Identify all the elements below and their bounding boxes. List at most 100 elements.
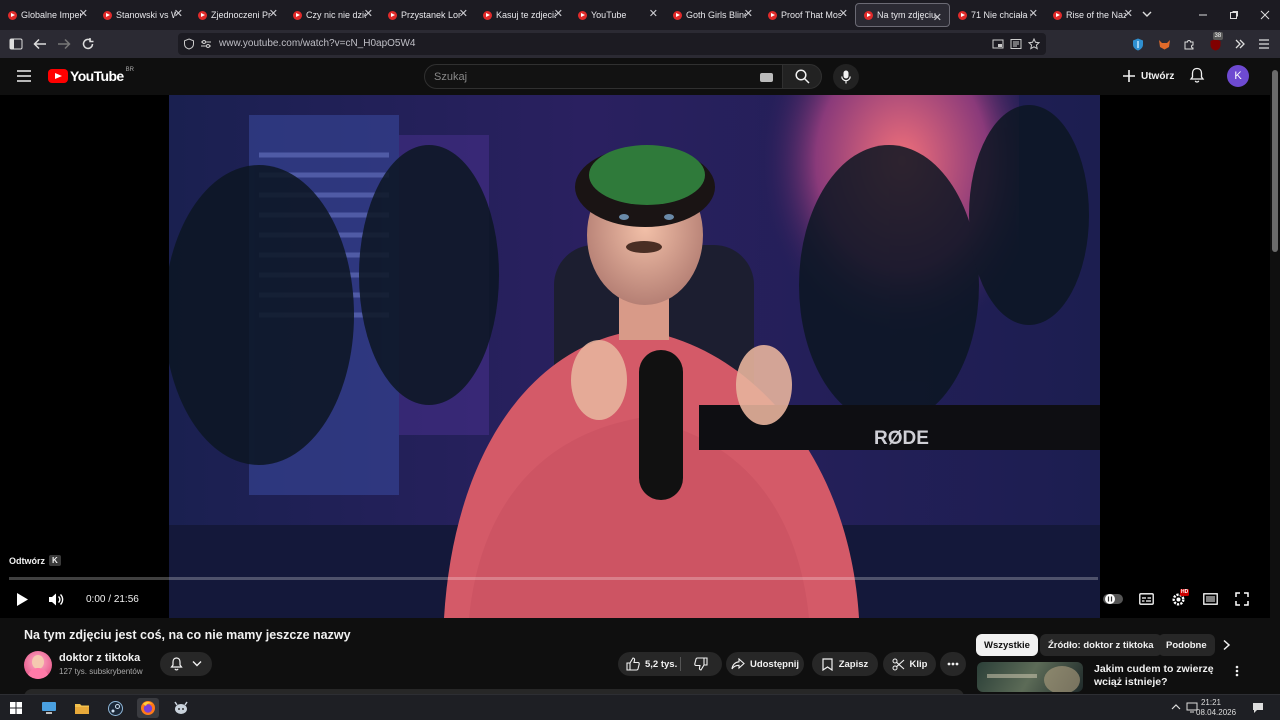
close-tab-icon[interactable]: ✕	[364, 8, 373, 20]
voice-search-button[interactable]	[833, 64, 859, 90]
create-button[interactable]: Utwórz	[1114, 64, 1182, 88]
video-frame[interactable]: RØDE	[169, 95, 1100, 618]
youtube-logo[interactable]: YouTube BR	[48, 67, 134, 84]
close-tab-icon[interactable]: ✕	[649, 8, 658, 20]
subscribed-notifications-button[interactable]	[160, 652, 212, 676]
search-input[interactable]: Szukaj	[424, 64, 786, 89]
browser-tab[interactable]: Zjednoczeni Prz ✕	[190, 0, 285, 30]
browser-tab[interactable]: Kasuj te zdjecia ✕	[475, 0, 570, 30]
browser-tab[interactable]: Rise of the Nazi ✕	[1045, 0, 1140, 30]
youtube-favicon-icon	[768, 10, 777, 20]
browser-tab[interactable]: Stanowski vs W ✕	[95, 0, 190, 30]
vpn-shield-extension-icon[interactable]	[1129, 35, 1147, 53]
close-tab-icon[interactable]: ✕	[744, 8, 753, 20]
channel-name[interactable]: doktor z tiktoka	[59, 652, 140, 664]
guide-menu-icon[interactable]	[17, 70, 31, 82]
like-dislike-group: 5,2 tys.	[618, 652, 722, 676]
page-scrollbar[interactable]	[1270, 58, 1280, 690]
browser-tab[interactable]: Goth Girls Blind ✕	[665, 0, 760, 30]
close-tab-icon[interactable]: ✕	[554, 8, 563, 20]
more-actions-button[interactable]	[940, 652, 966, 676]
chips-next-chevron-icon[interactable]	[1222, 639, 1232, 651]
microphone-icon	[841, 70, 851, 84]
related-video-title[interactable]: Jakim cudem to zwierzę wciąż istnieje?	[1094, 663, 1224, 689]
notification-center-icon[interactable]	[1252, 702, 1264, 714]
browser-tab[interactable]: Proof That Mos ✕	[760, 0, 855, 30]
close-tab-icon[interactable]: ✕	[79, 8, 88, 20]
reader-view-icon[interactable]	[1008, 36, 1024, 52]
browser-tab[interactable]: 71 Nie chciała s ✕	[950, 0, 1045, 30]
tab-title: Zjednoczeni Prz	[211, 10, 271, 20]
related-video-thumbnail[interactable]	[977, 662, 1083, 692]
site-protection-shield-icon[interactable]	[181, 36, 197, 52]
ublock-extension-icon[interactable]: 38	[1206, 32, 1224, 53]
restore-window-icon[interactable]	[1218, 0, 1250, 30]
minimize-window-icon[interactable]	[1187, 0, 1219, 30]
picture-in-picture-icon[interactable]	[990, 36, 1006, 52]
extensions-puzzle-icon[interactable]	[1180, 35, 1198, 53]
forward-arrow-icon[interactable]	[55, 35, 73, 53]
theater-mode-icon	[1202, 593, 1218, 605]
chip-from-channel[interactable]: Źródło: doktor z tiktoka	[1040, 634, 1162, 656]
browser-tab-active[interactable]: Na tym zdjęciu ✕	[855, 3, 950, 27]
browser-tab[interactable]: YouTube ✕	[570, 0, 665, 30]
close-tab-icon[interactable]: ✕	[1029, 8, 1038, 20]
close-tab-icon[interactable]: ✕	[839, 8, 848, 20]
close-tab-icon[interactable]: ✕	[459, 8, 468, 20]
file-explorer-icon[interactable]	[71, 698, 93, 718]
scrollbar-thumb[interactable]	[1272, 70, 1278, 252]
windows-start-icon[interactable]	[5, 698, 27, 718]
app-menu-hamburger-icon[interactable]	[1255, 35, 1273, 53]
account-avatar[interactable]: K	[1227, 65, 1249, 87]
related-more-vertical-icon[interactable]	[1235, 665, 1239, 677]
browser-tab[interactable]: Czy nic nie dziej ✕	[285, 0, 380, 30]
bookmark-star-icon[interactable]	[1026, 36, 1042, 52]
computer-icon[interactable]	[38, 698, 60, 718]
virtual-keyboard-icon[interactable]	[760, 73, 773, 82]
notifications-bell-icon[interactable]	[1189, 67, 1205, 84]
app-launcher-icon[interactable]	[170, 698, 192, 718]
system-clock[interactable]: 21:21 08.04.2026	[1196, 698, 1236, 718]
clip-button[interactable]: Klip	[883, 652, 936, 676]
chip-all[interactable]: Wszystkie	[976, 634, 1038, 656]
autoplay-toggle[interactable]	[1101, 589, 1125, 609]
video-player[interactable]: RØDE Odtwórz K 0:00 / 21:56 HD	[0, 95, 1270, 618]
thumbs-down-icon	[694, 657, 708, 671]
reload-icon[interactable]	[79, 35, 97, 53]
chip-related[interactable]: Podobne	[1158, 634, 1215, 656]
search-button[interactable]	[782, 64, 822, 89]
play-button[interactable]	[12, 589, 32, 609]
more-tools-chevron-icon[interactable]	[1231, 35, 1249, 53]
share-button[interactable]: Udostępnij	[726, 652, 804, 676]
sidebar-toggle-icon[interactable]	[7, 35, 25, 53]
dislike-button[interactable]	[694, 657, 708, 671]
theater-mode-button[interactable]	[1200, 589, 1220, 609]
address-bar[interactable]: www.youtube.com/watch?v=cN_H0apO5W4	[178, 33, 1046, 55]
channel-avatar[interactable]	[24, 651, 52, 679]
progress-bar[interactable]	[9, 577, 1098, 580]
fullscreen-button[interactable]	[1232, 589, 1252, 609]
subtitles-button[interactable]	[1136, 589, 1156, 609]
like-button[interactable]: 5,2 tys.	[626, 657, 677, 671]
close-tab-icon[interactable]: ✕	[933, 12, 942, 24]
page-permissions-icon[interactable]	[198, 36, 214, 52]
close-tab-icon[interactable]: ✕	[174, 8, 183, 20]
volume-button[interactable]	[46, 589, 66, 609]
close-tab-icon[interactable]: ✕	[1124, 8, 1133, 20]
firefox-icon[interactable]	[137, 698, 159, 718]
back-arrow-icon[interactable]	[31, 35, 49, 53]
settings-button[interactable]: HD	[1167, 589, 1190, 609]
close-tab-icon[interactable]: ✕	[269, 8, 278, 20]
fox-extension-icon[interactable]	[1155, 35, 1173, 53]
browser-tab[interactable]: Globalne Imper ✕	[0, 0, 95, 30]
youtube-favicon-icon	[1053, 10, 1062, 20]
chevron-down-icon	[192, 661, 202, 667]
steam-icon[interactable]	[104, 698, 126, 718]
save-button[interactable]: Zapisz	[812, 652, 878, 676]
tray-overflow-chevron-icon[interactable]	[1171, 703, 1181, 710]
list-all-tabs-chevron-icon[interactable]	[1141, 8, 1153, 20]
keyboard-shortcut: K	[49, 555, 61, 566]
browser-tab[interactable]: Przystanek Lom ✕	[380, 0, 475, 30]
share-arrow-icon	[731, 658, 745, 670]
close-window-icon[interactable]	[1249, 0, 1280, 30]
